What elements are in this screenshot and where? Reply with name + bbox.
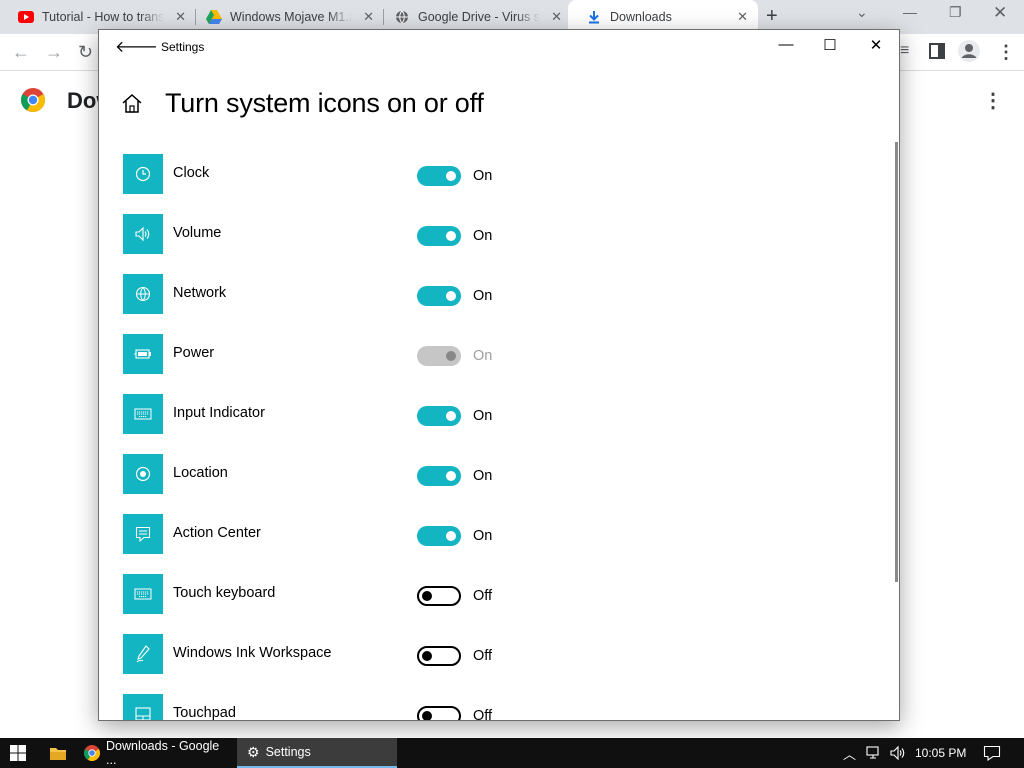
setting-row-touchpad: Touchpad Off xyxy=(123,694,683,721)
back-arrow-icon[interactable]: 🡐 xyxy=(115,36,158,57)
downloads-menu-icon[interactable]: ⋮ xyxy=(983,88,1003,113)
setting-row-volume: Volume On xyxy=(123,214,683,254)
tab-title: Downloads xyxy=(610,10,672,24)
toggle-switch[interactable] xyxy=(417,166,461,186)
close-tab-icon[interactable]: ✕ xyxy=(737,9,748,25)
reload-icon[interactable]: ↻ xyxy=(78,42,93,63)
setting-row-action-center: Action Center On xyxy=(123,514,683,554)
setting-row-network: Network On xyxy=(123,274,683,314)
toggle-switch[interactable] xyxy=(417,406,461,426)
settings-window: 🡐 Settings — ☐ ✕ Turn system icons on or… xyxy=(98,29,900,721)
toggle-switch[interactable] xyxy=(417,586,461,606)
setting-row-windows-ink: Windows Ink Workspace Off xyxy=(123,634,683,674)
download-icon xyxy=(586,9,602,25)
setting-row-input-indicator: Input Indicator On xyxy=(123,394,683,434)
touchpad-icon xyxy=(123,694,163,720)
chrome-icon xyxy=(84,745,100,761)
setting-label: Windows Ink Workspace xyxy=(173,645,332,661)
setting-label: Clock xyxy=(173,165,210,181)
home-icon[interactable] xyxy=(121,93,143,118)
tab-title: Windows Mojave M1.zip xyxy=(230,10,352,24)
browser-menu-icon[interactable]: ⋮ xyxy=(997,42,1015,63)
toggle-state: On xyxy=(473,468,493,484)
file-explorer-icon[interactable] xyxy=(49,745,67,766)
volume-icon xyxy=(123,214,163,254)
toggle-state: Off xyxy=(473,708,493,721)
clock-icon xyxy=(123,154,163,194)
network-icon[interactable] xyxy=(866,746,882,765)
window-title: Settings xyxy=(161,40,205,54)
scrollbar[interactable] xyxy=(895,142,898,582)
youtube-icon xyxy=(18,9,34,25)
profile-avatar-icon[interactable] xyxy=(958,40,980,67)
close-tab-icon[interactable]: ✕ xyxy=(551,9,562,25)
setting-label: Touchpad xyxy=(173,705,236,721)
close-tab-icon[interactable]: ✕ xyxy=(175,9,186,25)
battery-icon xyxy=(123,334,163,374)
taskbar-item-settings[interactable]: ⚙ Settings xyxy=(237,738,397,768)
network-globe-icon xyxy=(123,274,163,314)
setting-row-touch-keyboard: Touch keyboard Off xyxy=(123,574,683,614)
pen-icon xyxy=(123,634,163,674)
chrome-logo-icon xyxy=(20,88,46,117)
volume-tray-icon[interactable] xyxy=(889,745,907,766)
page-title: Turn system icons on or off xyxy=(165,88,484,118)
toggle-state: On xyxy=(473,348,493,364)
toggle-switch[interactable] xyxy=(417,226,461,246)
gear-icon: ⚙ xyxy=(247,743,260,760)
setting-label: Input Indicator xyxy=(173,405,265,421)
taskbar-item-label: Downloads - Google ... xyxy=(106,739,220,767)
location-icon xyxy=(123,454,163,494)
maximize-button[interactable]: ☐ xyxy=(815,36,845,54)
toggle-switch[interactable] xyxy=(417,706,461,720)
toggle-switch[interactable] xyxy=(417,466,461,486)
toggle-switch[interactable] xyxy=(417,646,461,666)
close-button[interactable]: ✕ xyxy=(861,36,891,54)
taskbar-item-chrome[interactable]: Downloads - Google ... xyxy=(78,738,233,768)
setting-row-power: Power On xyxy=(123,334,683,374)
close-browser-button[interactable]: ✕ xyxy=(993,3,1007,23)
back-arrow-icon[interactable]: ← xyxy=(12,42,30,63)
touch-keyboard-icon xyxy=(123,574,163,614)
toggle-switch-disabled xyxy=(417,346,461,366)
setting-row-clock: Clock On xyxy=(123,154,683,194)
minimize-button[interactable]: — xyxy=(771,36,801,53)
globe-icon xyxy=(394,9,410,25)
chevron-up-icon[interactable]: ︿ xyxy=(843,744,856,763)
setting-label: Touch keyboard xyxy=(173,585,276,601)
keyboard-icon xyxy=(123,394,163,434)
toggle-switch[interactable] xyxy=(417,526,461,546)
new-tab-button[interactable]: + xyxy=(766,5,778,28)
tab-search-icon[interactable]: ⌄ xyxy=(856,4,868,21)
toggle-state: Off xyxy=(473,648,493,664)
reading-list-icon[interactable]: ≡ xyxy=(900,42,909,60)
taskbar-clock[interactable]: 10:05 PM xyxy=(915,746,966,760)
action-center-icon xyxy=(123,514,163,554)
tab-title: Google Drive - Virus scan xyxy=(418,10,540,24)
setting-label: Network xyxy=(173,285,227,301)
tab-title: Tutorial - How to transfer xyxy=(42,10,164,24)
toggle-switch[interactable] xyxy=(417,286,461,306)
toggle-state: On xyxy=(473,528,493,544)
setting-label: Action Center xyxy=(173,525,261,541)
toggle-state: On xyxy=(473,288,493,304)
notification-icon[interactable] xyxy=(983,745,1001,766)
setting-row-location: Location On xyxy=(123,454,683,494)
setting-label: Volume xyxy=(173,225,222,241)
setting-label: Location xyxy=(173,465,228,481)
toggle-state: On xyxy=(473,228,493,244)
toggle-state: Off xyxy=(473,588,493,604)
restore-browser-button[interactable]: ❐ xyxy=(949,4,962,21)
windows-start-icon[interactable] xyxy=(10,745,26,766)
toggle-state: On xyxy=(473,168,493,184)
taskbar: Downloads - Google ... ⚙ Settings ︿ 10:0… xyxy=(0,738,1024,768)
taskbar-item-label: Settings xyxy=(265,745,311,759)
side-panel-icon[interactable] xyxy=(929,43,945,64)
toggle-state: On xyxy=(473,408,493,424)
minimize-browser-button[interactable]: — xyxy=(903,4,917,20)
google-drive-icon xyxy=(206,9,222,25)
close-tab-icon[interactable]: ✕ xyxy=(363,9,374,25)
setting-label: Power xyxy=(173,345,215,361)
forward-arrow-icon[interactable]: → xyxy=(45,42,63,63)
